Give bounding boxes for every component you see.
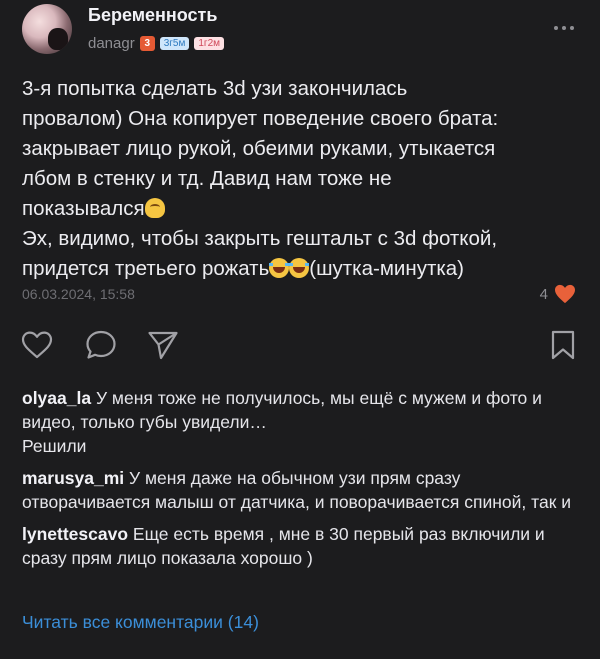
likes-count: 4 <box>539 285 548 303</box>
comment-item[interactable]: olyaa_la У меня тоже не получилось, мы е… <box>22 386 582 458</box>
post-timestamp: 06.03.2024, 15:58 <box>22 286 135 302</box>
heart-filled-icon <box>555 284 575 304</box>
group-name[interactable]: Беременность <box>88 5 217 26</box>
comment-item[interactable]: marusya_mi У меня даже на обычном узи пр… <box>22 466 582 514</box>
send-arrow-icon[interactable] <box>146 328 180 362</box>
bookmark-icon[interactable] <box>546 328 580 362</box>
post-line: лбом в стенку и тд. Давид нам тоже не <box>22 167 392 190</box>
boy-age-badge: 3г5м <box>159 36 190 50</box>
post-body: 3-я попытка сделать 3d узи закончилась п… <box>22 74 582 284</box>
post-line: показывался <box>22 197 145 220</box>
more-dots-icon[interactable] <box>549 20 579 36</box>
comment-author[interactable]: marusya_mi <box>22 468 124 488</box>
melting-face-emoji-icon <box>144 198 165 218</box>
comment-item[interactable]: lynettescavo Еще есть время , мне в 30 п… <box>22 522 582 570</box>
post-header: Беременность danagr 3 3г5м 1г2м <box>0 0 600 64</box>
post-line: (шутка-минутка) <box>309 257 464 280</box>
group-avatar[interactable] <box>22 4 72 54</box>
post-line: 3-я попытка сделать 3d узи закончилась <box>22 77 408 100</box>
tears-of-joy-emoji-icon <box>289 258 310 278</box>
post-line: придется третьего рожать <box>22 257 270 280</box>
speech-bubble-icon[interactable] <box>84 328 118 362</box>
post-line: Эх, видимо, чтобы закрыть гештальт с 3d … <box>22 227 498 250</box>
comment-text: У меня тоже не получилось, мы ещё с муже… <box>22 388 542 432</box>
post-line: закрывает лицо рукой, обеими руками, уты… <box>22 137 496 160</box>
children-count-badge: 3 <box>139 35 155 51</box>
comment-text: Решили <box>22 436 87 456</box>
heart-outline-icon[interactable] <box>20 328 54 362</box>
author-name[interactable]: danagr <box>88 35 135 52</box>
like-counter[interactable]: 4 <box>540 284 576 304</box>
comments-list: olyaa_la У меня тоже не получилось, мы е… <box>22 386 582 578</box>
comment-author[interactable]: olyaa_la <box>22 388 91 408</box>
author-row: danagr 3 3г5м 1г2м <box>88 34 225 52</box>
read-all-comments-link[interactable]: Читать все комментарии (14) <box>22 612 259 633</box>
girl-age-badge: 1г2м <box>194 36 225 50</box>
comment-author[interactable]: lynettescavo <box>22 524 128 544</box>
tears-of-joy-emoji-icon <box>269 258 290 278</box>
post-actions <box>0 328 600 364</box>
post-line: провалом) Она копирует поведение своего … <box>22 107 499 130</box>
